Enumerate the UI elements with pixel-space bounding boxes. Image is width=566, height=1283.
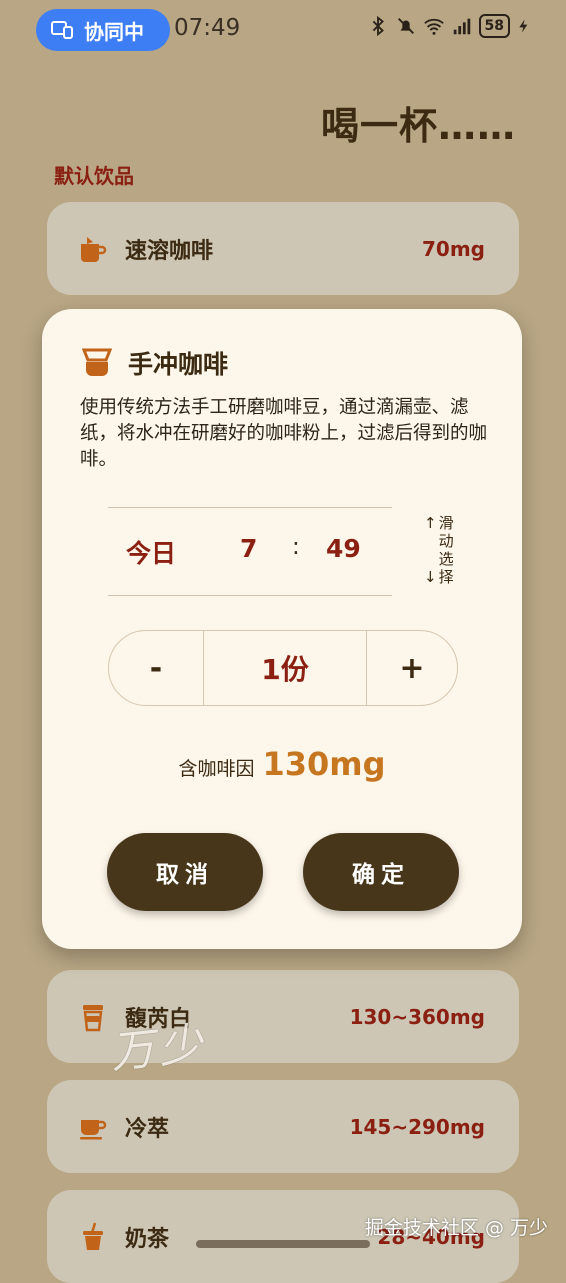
drink-dialog: 手冲咖啡 使用传统方法手工研磨咖啡豆，通过滴漏壶、滤纸，将水冲在研磨好的咖啡粉上… [42,309,522,949]
battery-indicator: 58 [478,14,510,38]
drink-card-cold-brew[interactable]: 冷萃 145~290mg [47,1080,519,1173]
page-title: 喝一杯…… [320,104,516,148]
quantity-stepper: - 1份 + [108,630,458,706]
drink-card-instant-coffee[interactable]: 速溶咖啡 70mg [47,202,519,295]
status-icons: 58 [367,14,532,38]
bluetooth-icon [372,15,384,37]
dialog-header: 手冲咖啡 [80,345,228,381]
quantity-value: 1份 [204,631,367,705]
picker-top-divider [108,507,392,508]
dialog-title: 手冲咖啡 [128,350,229,379]
caffeine-label: 含咖啡因 [178,758,255,780]
pour-over-icon [81,348,113,376]
confirm-button[interactable]: 确定 [303,833,459,911]
drink-name: 冷萃 [125,1116,170,1142]
collab-label: 协同中 [84,19,144,44]
caffeine-summary: 含咖啡因 130mg [42,745,522,783]
caffeine-value: 130mg [262,745,386,783]
status-time: 07:49 [174,15,241,41]
coffee-cup-icon [80,1119,107,1139]
instant-coffee-icon [81,236,107,262]
drink-caffeine: 145~290mg [349,1114,485,1139]
increment-button[interactable]: + [367,631,457,705]
collab-status-pill[interactable]: 协同中 [36,9,170,51]
drink-caffeine: 70mg [422,236,485,261]
cancel-button[interactable]: 取消 [107,833,263,911]
arrow-up-icon: ↑ [424,514,437,532]
dialog-description: 使用传统方法手工研磨咖啡豆，通过滴漏壶、滤纸，将水冲在研磨好的咖啡粉上，过滤后得… [80,397,488,470]
home-indicator[interactable] [196,1240,370,1248]
milk-tea-icon [83,1222,103,1250]
section-label: 默认饮品 [54,164,134,188]
picker-minute-column[interactable]: 49 [326,534,361,563]
picker-hour-column[interactable]: 7 [240,534,257,563]
picker-day-column[interactable]: 今日 [126,534,176,570]
picker-bottom-divider [108,595,392,596]
scroll-select-hint: ↑ ↓ 滑动选择 [424,514,457,586]
devices-icon [51,21,73,39]
picker-separator: : [292,534,300,560]
charging-icon [519,19,528,33]
signal-icon [453,18,470,35]
site-watermark: 掘金技术社区 @ 万少 [364,1217,548,1239]
drink-caffeine: 130~360mg [349,1004,485,1029]
mute-bell-icon [397,18,414,34]
arrow-down-icon: ↓ [424,568,437,586]
hint-text: 滑动选择 [438,514,454,586]
wifi-icon [423,18,444,35]
decrement-button[interactable]: - [109,631,204,705]
drink-name: 速溶咖啡 [125,238,214,264]
takeaway-cup-icon [83,1004,103,1031]
handwritten-watermark: 万少 [108,1018,209,1079]
